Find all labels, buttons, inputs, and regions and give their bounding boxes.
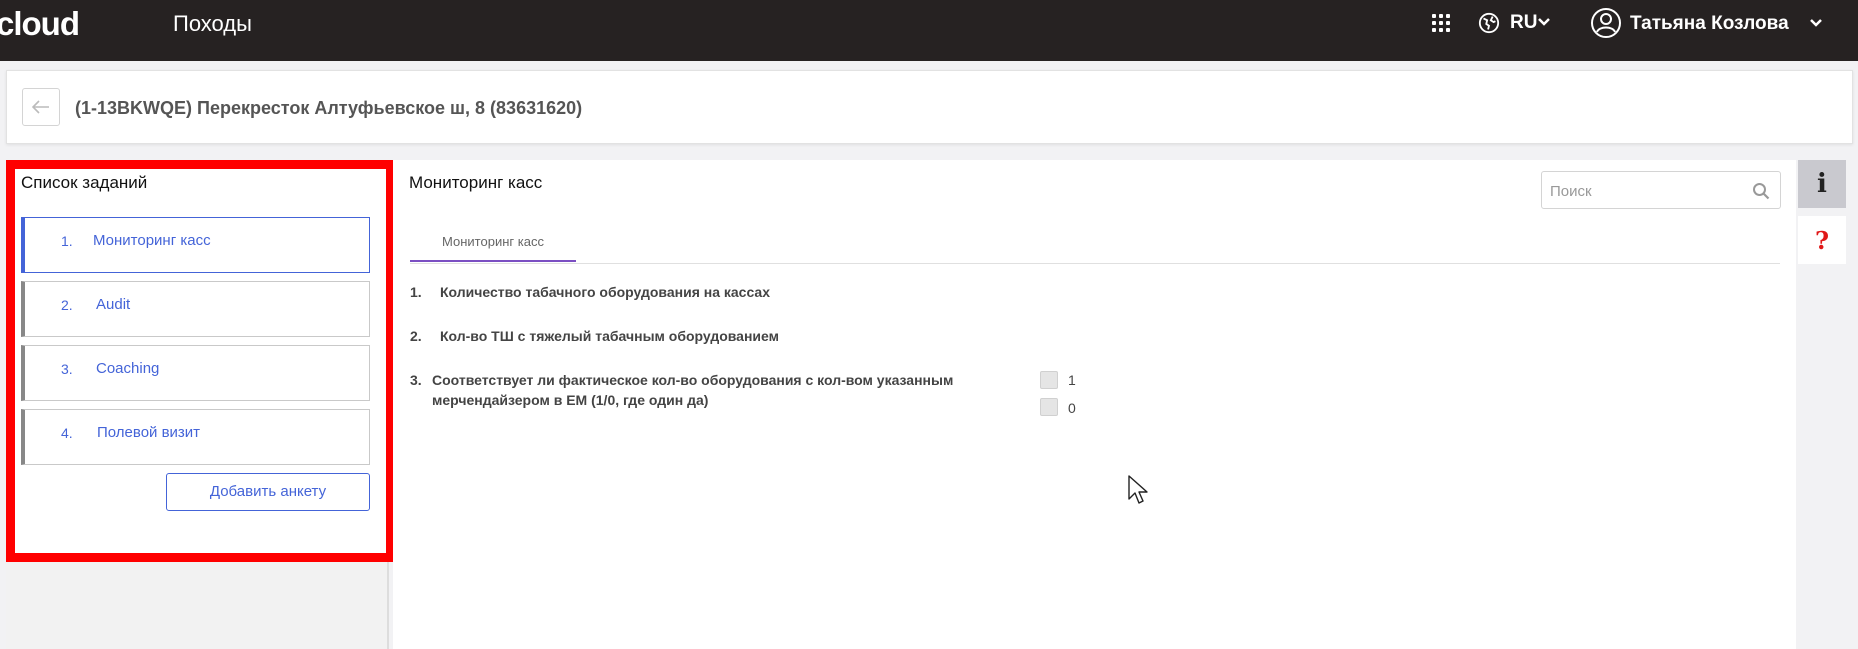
search-input[interactable] xyxy=(1550,181,1740,201)
page-title: (1-13BKWQE) Перекресток Алтуфьевское ш, … xyxy=(75,98,583,118)
task-label: Мониторинг касс xyxy=(93,232,211,249)
task-number: 1. xyxy=(61,233,73,249)
question-text: Кол-во ТШ с тяжелый табачным оборудовани… xyxy=(440,328,779,344)
top-navigation-bar: cloud Походы RU Татьяна Козлова xyxy=(0,0,1858,61)
user-avatar-icon[interactable] xyxy=(1590,7,1622,39)
globe-icon[interactable] xyxy=(1478,12,1500,34)
info-button[interactable]: i xyxy=(1798,160,1846,208)
task-number: 3. xyxy=(61,361,73,377)
task-item-coaching[interactable]: 3. Coaching xyxy=(21,345,370,401)
search-icon[interactable] xyxy=(1752,182,1770,200)
task-label: Полевой визит xyxy=(97,424,201,441)
option-checkbox[interactable] xyxy=(1040,371,1058,389)
task-item-monitoring[interactable]: 1. Мониторинг касс xyxy=(21,217,370,273)
arrow-left-icon xyxy=(32,100,49,114)
question-number: 2. xyxy=(410,328,422,344)
tab-monitoring[interactable]: Мониторинг касс xyxy=(410,230,576,262)
task-item-field-visit[interactable]: 4. Полевой визит xyxy=(21,409,370,465)
option-label: 0 xyxy=(1068,400,1076,416)
logo: cloud xyxy=(0,5,80,42)
section-title: Мониторинг касс xyxy=(409,173,543,192)
page-header: (1-13BKWQE) Перекресток Алтуфьевское ш, … xyxy=(6,70,1853,144)
apps-grid-icon[interactable] xyxy=(1432,14,1450,32)
task-list-title: Список заданий xyxy=(21,173,148,192)
chevron-down-icon[interactable] xyxy=(1810,18,1822,28)
question-text: Количество табачного оборудования на кас… xyxy=(440,284,770,300)
chevron-down-icon[interactable] xyxy=(1538,17,1550,27)
question-number: 1. xyxy=(410,284,422,300)
task-number: 4. xyxy=(61,425,73,441)
option-checkbox[interactable] xyxy=(1040,398,1058,416)
task-number: 2. xyxy=(61,297,73,313)
app-title: Походы xyxy=(173,11,252,36)
user-name[interactable]: Татьяна Козлова xyxy=(1630,13,1789,35)
task-label: Audit xyxy=(96,296,131,313)
back-button[interactable] xyxy=(22,88,60,126)
language-selector[interactable]: RU xyxy=(1510,12,1537,34)
help-button[interactable]: ? xyxy=(1798,216,1846,264)
add-survey-button[interactable]: Добавить анкету xyxy=(166,473,370,511)
option-label: 1 xyxy=(1068,372,1076,388)
question-number: 3. xyxy=(410,372,422,388)
tab-divider xyxy=(410,263,1780,264)
mouse-cursor-icon xyxy=(1128,475,1148,504)
task-label: Coaching xyxy=(96,360,160,377)
task-item-audit[interactable]: 2. Audit xyxy=(21,281,370,337)
question-text: Соответствует ли фактическое кол-во обор… xyxy=(432,372,954,408)
search-box[interactable] xyxy=(1541,171,1781,209)
